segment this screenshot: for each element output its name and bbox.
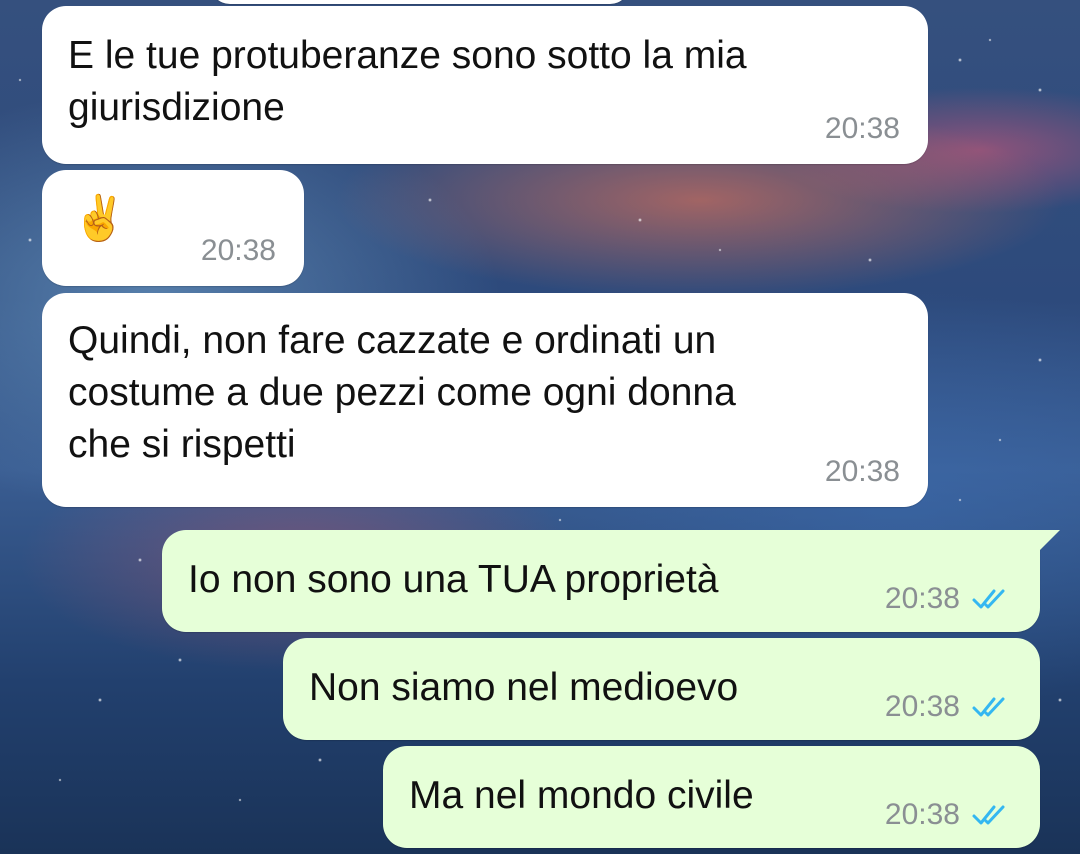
message-text: Non siamo nel medioevo: [309, 666, 739, 709]
message-timestamp: 20:38: [884, 798, 960, 831]
double-check-read-icon: [972, 805, 1005, 825]
message-text: Io non sono una TUA proprietà: [188, 558, 719, 601]
message-list[interactable]: E le tue protuberanze sono sotto la mia …: [0, 0, 1080, 854]
message-bubble-outgoing[interactable]: Non siamo nel medioevo 20:38: [283, 638, 1040, 740]
message-bubble-incoming[interactable]: ✌️ 20:38: [42, 170, 304, 286]
message-timestamp: 20:38: [884, 582, 960, 615]
message-bubble-outgoing[interactable]: Io non sono una TUA proprietà 20:38: [162, 530, 1060, 632]
message-bubble-incoming[interactable]: Quindi, non fare cazzate e ordinati un c…: [42, 293, 928, 507]
message-text: E le tue protuberanze sono sotto la mia …: [68, 34, 747, 129]
message-timestamp: 20:38: [200, 234, 276, 267]
double-check-read-icon: [972, 589, 1005, 609]
message-bubble-incoming[interactable]: E le tue protuberanze sono sotto la mia …: [42, 6, 928, 164]
message-text: Ma nel mondo civile: [409, 774, 754, 817]
message-timestamp: 20:38: [884, 690, 960, 723]
victory-hand-emoji: ✌️: [72, 193, 127, 244]
message-timestamp: 20:38: [824, 112, 900, 145]
bubble-tail: [1038, 530, 1060, 552]
message-timestamp: 20:38: [824, 455, 900, 488]
message-text: Quindi, non fare cazzate e ordinati un c…: [68, 319, 736, 466]
message-bubble-partial: [210, 0, 630, 4]
double-check-read-icon: [972, 697, 1005, 717]
message-bubble-outgoing[interactable]: Ma nel mondo civile 20:38: [383, 746, 1040, 848]
